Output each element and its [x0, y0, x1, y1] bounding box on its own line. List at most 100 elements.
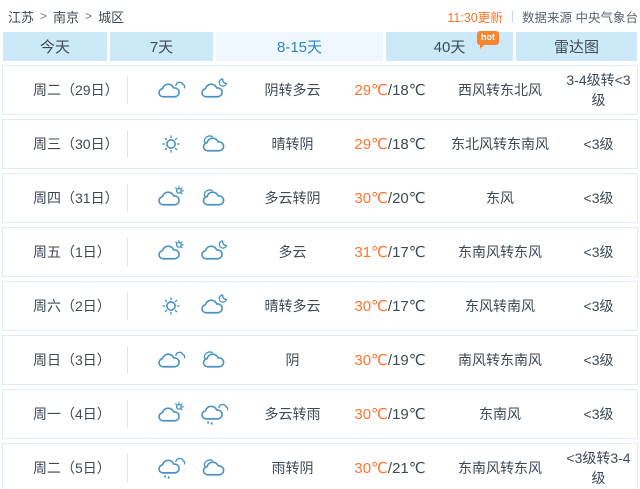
breadcrumb-province[interactable]: 江苏 [8, 7, 34, 26]
tab-label: 40天 [434, 36, 466, 57]
temp-high: 29℃ [354, 82, 388, 99]
breadcrumb-district[interactable]: 城区 [98, 7, 124, 26]
temp-low: 17℃ [392, 244, 426, 261]
wind-direction: 西风转东北风 [440, 80, 560, 100]
temp-high: 30℃ [354, 190, 388, 207]
weather-icons [140, 456, 245, 480]
overcast-night-icon [199, 348, 229, 372]
weather-text: 多云转雨 [245, 404, 340, 424]
tab-40day[interactable]: 40天 hot [386, 32, 513, 61]
temperature: 30℃/20℃ [340, 189, 440, 207]
day-label: 周五（1日） [3, 242, 127, 262]
wind-direction: 南风转东南风 [440, 350, 560, 370]
forecast-row-4: 周五（1日） 多云 31℃/17℃ 东南风转东风 <3级 [2, 227, 638, 277]
weather-icons [140, 78, 245, 102]
wind-level: <3级 [560, 404, 637, 424]
breadcrumb-separator: > [85, 9, 92, 23]
forecast-row-6: 周日（3日） 阴 30℃/19℃ 南风转东南风 <3级 [2, 335, 638, 385]
temp-low: 18℃ [392, 136, 426, 153]
weather-text: 多云转阴 [245, 188, 340, 208]
overcast-clouds-icon [156, 348, 186, 372]
temperature: 30℃/19℃ [340, 351, 440, 369]
weather-icons [140, 186, 245, 210]
sun-icon [156, 132, 186, 156]
breadcrumb-separator: > [40, 9, 47, 23]
update-meta: 11:30更新 | 数据来源 中央气象台 [447, 7, 638, 26]
weather-text: 多云 [245, 242, 340, 262]
forecast-row-2: 周三（30日） 晴转阴 29℃/18℃ 东北风转东南风 <3级 [2, 119, 638, 169]
forecast-row-3: 周四（31日） 多云转阴 30℃/20℃ 东风 <3级 [2, 173, 638, 223]
day-label: 周一（4日） [3, 404, 127, 424]
wind-level: 3-4级转<3级 [560, 70, 637, 110]
weather-icons [140, 402, 245, 426]
forecast-row-7: 周一（4日） 多云转雨 30℃/19℃ 东南风 <3级 [2, 389, 638, 439]
wind-direction: 东南风转东风 [440, 458, 560, 478]
day-label: 周三（30日） [3, 134, 127, 154]
cloud-rain-icon [199, 402, 229, 426]
temperature: 30℃/19℃ [340, 405, 440, 423]
temp-high: 30℃ [354, 406, 388, 423]
forecast-table: 周二（29日） 阴转多云 29℃/18℃ 西风转东北风 3-4级转<3级 周三（… [0, 65, 640, 489]
column-divider [127, 346, 128, 374]
tab-label: 今天 [40, 36, 70, 57]
temp-low: 21℃ [392, 460, 426, 477]
column-divider [127, 184, 128, 212]
temp-low: 19℃ [392, 406, 426, 423]
weather-text: 阴转多云 [245, 80, 340, 100]
temp-low: 20℃ [392, 190, 426, 207]
temp-high: 31℃ [354, 244, 388, 261]
weather-icons [140, 294, 245, 318]
temperature: 31℃/17℃ [340, 243, 440, 261]
wind-level: <3级 [560, 350, 637, 370]
weather-text: 晴转多云 [245, 296, 340, 316]
tab-label: 8-15天 [277, 36, 322, 57]
wind-direction: 东风转南风 [440, 296, 560, 316]
wind-level: <3级转3-4级 [560, 448, 637, 488]
cloud-moon-icon [199, 78, 229, 102]
day-label: 周日（3日） [3, 350, 127, 370]
wind-level: <3级 [560, 242, 637, 262]
day-label: 周二（29日） [3, 80, 127, 100]
overcast-night-icon [199, 456, 229, 480]
tab-today[interactable]: 今天 [3, 32, 107, 61]
overcast-night-icon [199, 186, 229, 210]
day-label: 周六（2日） [3, 296, 127, 316]
update-time: 11:30更新 [447, 7, 502, 26]
meta-divider: | [511, 9, 514, 23]
breadcrumb: 江苏 > 南京 > 城区 [8, 7, 124, 26]
data-source: 数据来源 中央气象台 [522, 7, 638, 26]
temperature: 29℃/18℃ [340, 135, 440, 153]
cloud-sun-icon [156, 240, 186, 264]
wind-level: <3级 [560, 134, 637, 154]
weather-text: 雨转阴 [245, 458, 340, 478]
column-divider [127, 292, 128, 320]
temperature: 29℃/18℃ [340, 81, 440, 99]
temp-low: 17℃ [392, 298, 426, 315]
overcast-clouds-icon [156, 78, 186, 102]
day-label: 周二（5日） [3, 458, 127, 478]
temperature: 30℃/21℃ [340, 459, 440, 477]
cloud-rain-icon [156, 456, 186, 480]
tab-radar[interactable]: 雷达图 [516, 32, 637, 61]
tab-8-15day[interactable]: 8-15天 [216, 32, 383, 61]
forecast-tabs: 今天 7天 8-15天 40天 hot 雷达图 [3, 32, 637, 61]
cloud-sun-icon [156, 186, 186, 210]
temperature: 30℃/17℃ [340, 297, 440, 315]
weather-text: 晴转阴 [245, 134, 340, 154]
temp-high: 29℃ [354, 136, 388, 153]
column-divider [127, 238, 128, 266]
cloud-moon-icon [199, 240, 229, 264]
tab-7day[interactable]: 7天 [110, 32, 213, 61]
temp-high: 30℃ [354, 298, 388, 315]
wind-level: <3级 [560, 188, 637, 208]
tab-label: 7天 [150, 36, 173, 57]
sun-icon [156, 294, 186, 318]
breadcrumb-city[interactable]: 南京 [53, 7, 79, 26]
hot-badge: hot [477, 31, 499, 45]
forecast-row-5: 周六（2日） 晴转多云 30℃/17℃ 东风转南风 <3级 [2, 281, 638, 331]
day-label: 周四（31日） [3, 188, 127, 208]
column-divider [127, 76, 128, 104]
wind-direction: 东风 [440, 188, 560, 208]
wind-level: <3级 [560, 296, 637, 316]
column-divider [127, 400, 128, 428]
